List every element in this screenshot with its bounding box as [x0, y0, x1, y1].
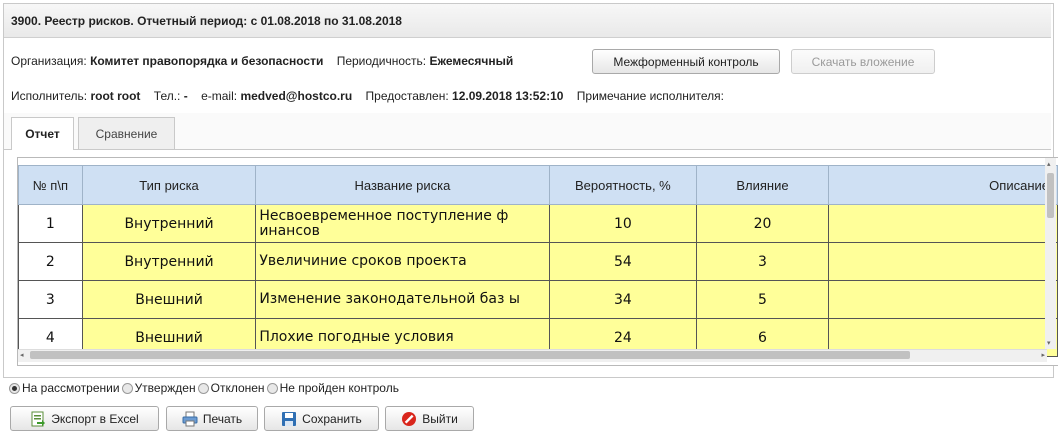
cell-risk-name[interactable]: Изменение законодательной баз ы [255, 280, 550, 319]
scroll-right-icon[interactable]: ▸ [1041, 351, 1045, 359]
period-value: Ежемесячный [429, 54, 514, 68]
header-description[interactable]: Описание [827, 165, 1058, 205]
print-button[interactable]: Печать [166, 406, 258, 431]
scroll-up-icon[interactable]: ▴ [1047, 160, 1051, 168]
crossform-control-button[interactable]: Межформенный контроль [592, 49, 780, 74]
download-attachment-button[interactable]: Скачать вложение [791, 49, 935, 74]
cell-number: 3 [18, 280, 83, 319]
status-radio-group: На рассмотрении Утвержден Отклонен Не пр… [9, 381, 399, 395]
period-label: Периодичность: [336, 54, 427, 68]
executor-value: root root [90, 89, 141, 103]
horizontal-scroll-thumb[interactable] [30, 351, 910, 359]
submitted-value: 12.09.2018 13:52:10 [452, 89, 564, 103]
cell-impact[interactable]: 5 [696, 280, 829, 319]
radio-rejected[interactable] [197, 382, 209, 394]
window-title: 3900. Реестр рисков. Отчетный период: с … [11, 14, 402, 28]
save-label: Сохранить [302, 411, 362, 426]
header-impact[interactable]: Влияние [696, 165, 829, 205]
window-titlebar: 3900. Реестр рисков. Отчетный период: с … [4, 4, 1051, 38]
exit-button[interactable]: Выйти [385, 406, 474, 431]
cell-description[interactable] [827, 280, 1058, 319]
cell-probability[interactable]: 34 [548, 280, 698, 319]
risk-grid: № п\п Тип риска Название риска Вероятнос… [17, 157, 1058, 366]
scroll-left-icon[interactable]: ◂ [20, 351, 24, 359]
cell-description[interactable] [827, 242, 1058, 281]
submitted-label: Предоставлен: [365, 89, 449, 103]
cell-impact[interactable]: 3 [696, 242, 829, 281]
save-button[interactable]: Сохранить [264, 406, 379, 431]
radio-control-failed[interactable] [266, 382, 278, 394]
exit-forbidden-icon [401, 411, 417, 427]
radio-label-approved[interactable]: Утвержден [135, 381, 196, 395]
org-value: Комитет правопорядка и безопасности [90, 54, 324, 68]
radio-under-review[interactable] [9, 382, 20, 394]
executor-info-line: Исполнитель: root root Тел.: - e-mail: m… [11, 89, 724, 103]
tab-comparison[interactable]: Сравнение [78, 117, 175, 149]
cell-impact[interactable]: 20 [696, 204, 829, 243]
email-value: medved@hostco.ru [240, 89, 353, 103]
cell-probability[interactable]: 10 [548, 204, 698, 243]
header-risk-type[interactable]: Тип риска [81, 165, 257, 205]
printer-icon [182, 411, 198, 427]
cell-number: 2 [18, 242, 83, 281]
exit-label: Выйти [422, 411, 458, 426]
cell-risk-type[interactable]: Внутренний [81, 242, 257, 281]
cell-risk-type[interactable]: Внутренний [81, 204, 257, 243]
phone-label: Тел.: [153, 89, 181, 103]
cell-description[interactable] [827, 204, 1058, 243]
cell-number: 1 [18, 204, 83, 243]
header-risk-name[interactable]: Название риска [255, 165, 550, 205]
phone-value: - [183, 89, 188, 103]
cell-risk-name[interactable]: Увеличиние сроков проекта [255, 242, 550, 281]
vertical-scroll-thumb[interactable] [1047, 173, 1054, 218]
email-label: e-mail: [201, 89, 238, 103]
cell-risk-name[interactable]: Несвоевременное поступление ф инансов [255, 204, 550, 243]
radio-approved[interactable] [121, 382, 133, 394]
scroll-down-icon[interactable]: ▾ [1047, 339, 1051, 347]
print-label: Печать [202, 411, 243, 426]
risk-table: № п\п Тип риска Название риска Вероятнос… [18, 165, 1058, 357]
cell-probability[interactable]: 54 [548, 242, 698, 281]
radio-label-rejected[interactable]: Отклонен [211, 381, 265, 395]
radio-label-under-review[interactable]: На рассмотрении [22, 381, 120, 395]
executor-label: Исполнитель: [11, 89, 88, 103]
header-probability[interactable]: Вероятность, % [548, 165, 698, 205]
export-excel-label: Экспорт в Excel [51, 411, 139, 426]
cell-risk-type[interactable]: Внешний [81, 280, 257, 319]
table-row[interactable]: 2 Внутренний Увеличиние сроков проекта 5… [18, 242, 1058, 281]
executor-note-label: Примечание исполнителя: [576, 89, 725, 103]
org-label: Организация: [11, 54, 87, 68]
floppy-save-icon [281, 411, 297, 427]
export-excel-button[interactable]: Экспорт в Excel [10, 406, 159, 431]
org-info-line: Организация: Комитет правопорядка и безо… [11, 54, 513, 68]
table-header-row: № п\п Тип риска Название риска Вероятнос… [18, 165, 1058, 205]
header-number[interactable]: № п\п [18, 165, 83, 205]
radio-label-control-failed[interactable]: Не пройден контроль [280, 381, 399, 395]
table-row[interactable]: 3 Внешний Изменение законодательной баз … [18, 280, 1058, 319]
table-row[interactable]: 1 Внутренний Несвоевременное поступление… [18, 204, 1058, 243]
tab-report[interactable]: Отчет [11, 117, 74, 150]
excel-export-icon [30, 411, 46, 427]
